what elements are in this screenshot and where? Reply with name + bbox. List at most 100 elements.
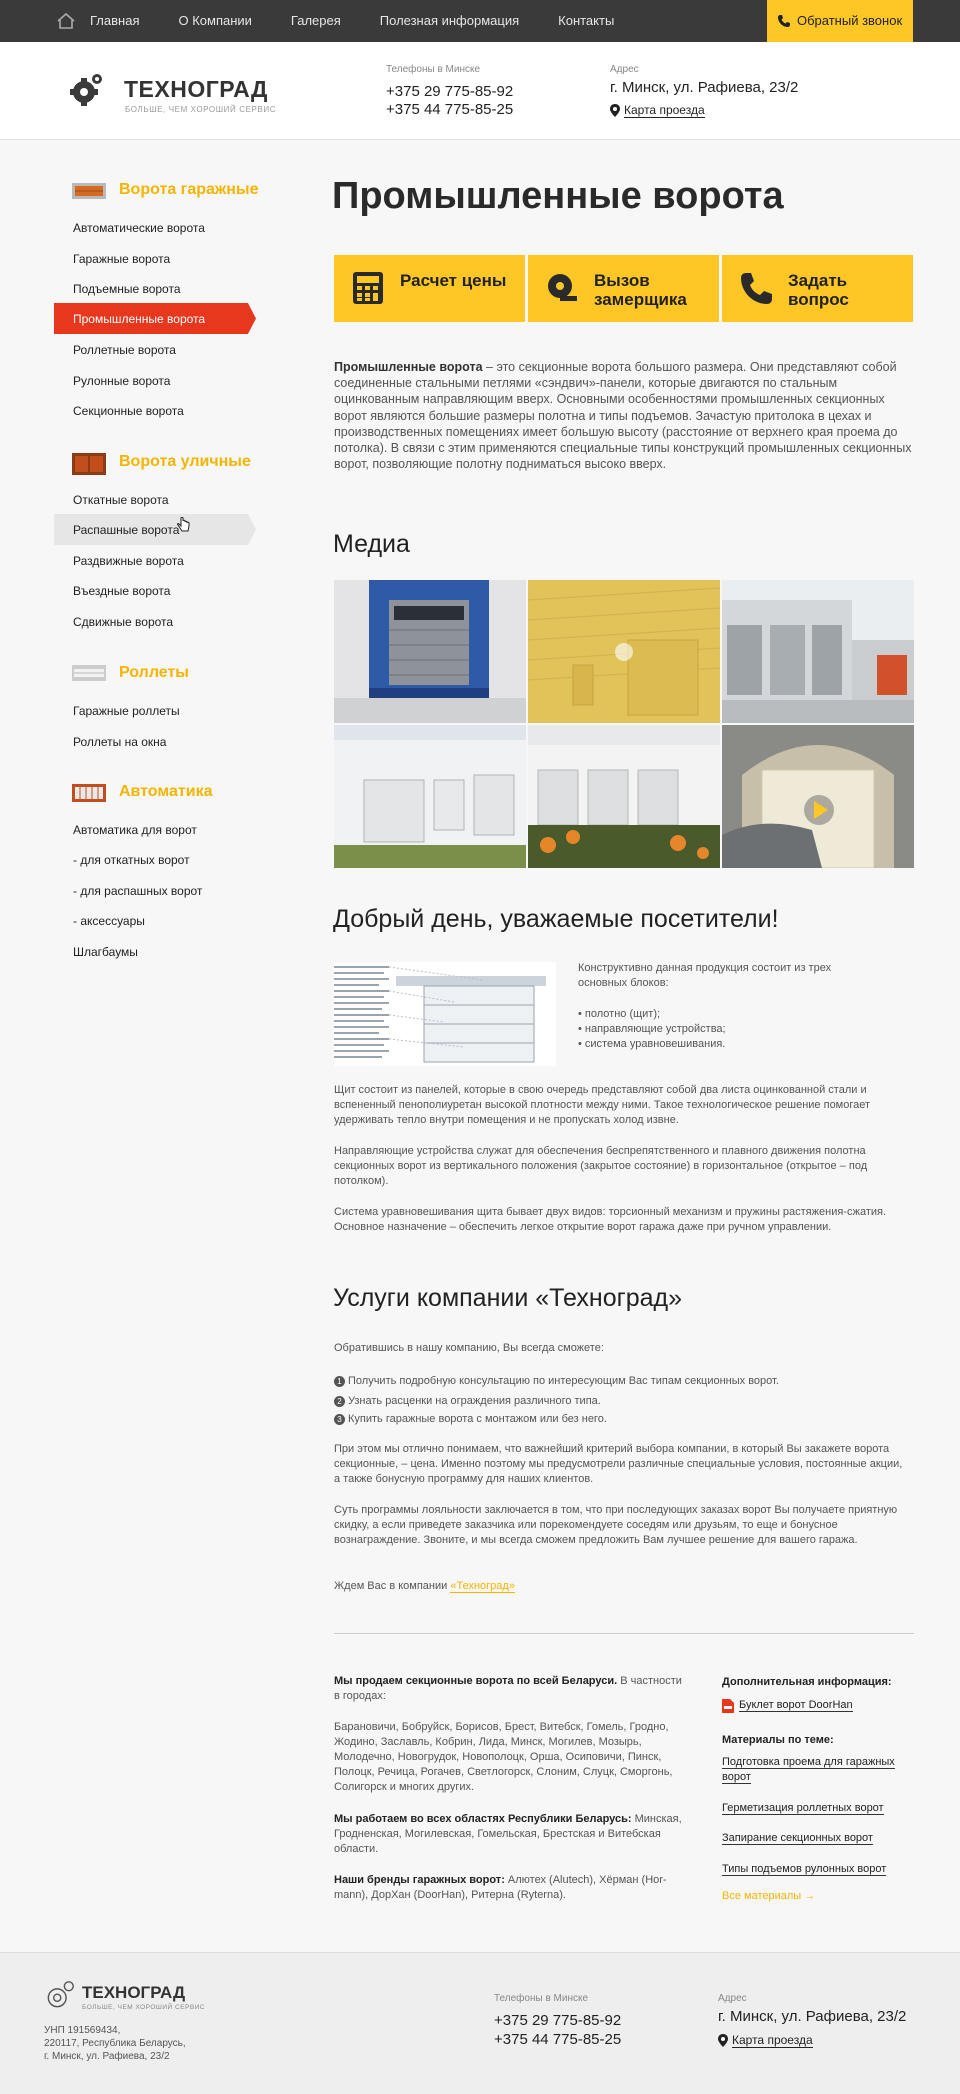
sidebar-item[interactable]: Автоматика для ворот [73, 823, 197, 837]
sidebar-item[interactable]: Секционные ворота [73, 404, 184, 418]
sidebar-item[interactable]: Роллетные ворота [73, 343, 176, 357]
gear-logo-icon[interactable] [68, 72, 104, 108]
company-link[interactable]: «Техноград» [450, 1580, 515, 1593]
sell-bold: Мы продаем секционные ворота по всей Бел… [334, 1675, 618, 1687]
sidebar-item[interactable]: Рулонные ворота [73, 374, 170, 388]
nav-gallery[interactable]: Галерея [291, 0, 341, 42]
footer-address: г. Минск, ул. Рафиева, 23/2 [718, 2008, 907, 2025]
service-text: Узнать расценки на ограждения различного… [348, 1395, 601, 1407]
page-title: Промышленные ворота [332, 175, 784, 217]
number-badge: 2 [334, 1396, 345, 1407]
logo-subtitle: БОЛЬШЕ, ЧЕМ ХОРОШИЙ СЕРВИС [125, 105, 277, 114]
paragraph: Щит состоит из панелей, которые в свою о… [334, 1084, 871, 1126]
rollet-icon [72, 665, 106, 681]
intro-text: Промышленные ворота – это секционные вор… [334, 359, 914, 472]
footer-phone-1[interactable]: +375 29 775-85-92 [494, 2012, 621, 2029]
logo-title[interactable]: ТЕХНОГРАД [124, 76, 268, 103]
paragraph: При этом мы отлично понимаем, что важней… [334, 1443, 903, 1485]
tape-measure-icon [548, 274, 577, 301]
sidebar-item[interactable]: Откатные ворота [73, 493, 169, 507]
gallery-image[interactable] [722, 580, 914, 723]
intro-bold: Промышленные ворота [334, 360, 483, 374]
sidebar-item[interactable]: Гаражные роллеты [73, 704, 180, 718]
gallery-image[interactable] [722, 725, 914, 868]
gallery-image[interactable] [334, 580, 526, 723]
paragraph: Суть программы лояльности заключается в … [334, 1504, 898, 1546]
phone-2[interactable]: +375 44 775-85-25 [386, 101, 513, 118]
price-calc-button[interactable]: Расчет цены [334, 255, 525, 322]
paragraph: Система уравновешивания щита бывает двух… [334, 1206, 887, 1233]
service-text: Получить подробную консультацию по интер… [348, 1375, 779, 1387]
callback-button[interactable]: Обратный звонок [767, 0, 913, 42]
nav-home[interactable]: Главная [90, 0, 139, 42]
cities-text: Барановичи, Бобруйск, Борисов, Брест, Ви… [334, 1721, 673, 1793]
map-pin-icon [718, 2034, 728, 2047]
sidebar-item[interactable]: Распашные ворота [73, 523, 179, 537]
gallery-image[interactable] [528, 725, 720, 868]
pdf-icon [722, 1699, 734, 1713]
wait-label: Ждем Вас в компании [334, 1580, 451, 1592]
sidebar-item-active[interactable]: Промышленные ворота [54, 303, 256, 334]
material-link[interactable]: Запирание секционных ворот [722, 1832, 873, 1845]
top-nav: Главная О Компании Галерея Полезная инфо… [90, 0, 653, 42]
question-button[interactable]: Задать вопрос [722, 255, 913, 322]
sidebar-item[interactable]: - для откатных ворот [73, 853, 190, 867]
sidebar-item[interactable]: Въездные ворота [73, 584, 170, 598]
garage-door-icon [72, 183, 106, 199]
nav-info[interactable]: Полезная информация [380, 0, 519, 42]
blocks-intro: Конструктивно данная продукция состоит и… [578, 962, 832, 989]
number-badge: 1 [334, 1376, 345, 1387]
sidebar-item[interactable]: Шлагбаумы [73, 945, 138, 959]
sidebar-item[interactable]: Сдвижные ворота [73, 615, 173, 629]
street-gate-icon [72, 453, 106, 475]
footer-phone-2[interactable]: +375 44 775-85-25 [494, 2031, 621, 2048]
additional-title: Дополнительная информация: [722, 1676, 892, 1688]
gallery-image[interactable] [334, 725, 526, 868]
divider [334, 1633, 914, 1634]
sidebar-item[interactable]: - аксессуары [73, 914, 145, 928]
question-label: Задать вопрос [788, 271, 849, 309]
section-title-garage[interactable]: Ворота гаражные [119, 181, 258, 199]
section-title-street[interactable]: Ворота уличные [119, 453, 251, 471]
material-link[interactable]: Типы подъемов рулонных ворот [722, 1863, 887, 1876]
sidebar-item[interactable]: Подъемные ворота [73, 282, 181, 296]
gallery-image[interactable] [528, 580, 720, 723]
sidebar-item[interactable]: - для распашных ворот [73, 884, 202, 898]
gear-logo-icon[interactable] [43, 1980, 75, 2012]
brands-bold: Наши бренды гаражных ворот: [334, 1874, 505, 1886]
all-materials-link[interactable]: Все материалы → [722, 1889, 815, 1904]
phone-1[interactable]: +375 29 775-85-92 [386, 83, 513, 100]
nav-contacts[interactable]: Контакты [558, 0, 614, 42]
booklet-link[interactable]: Буклет ворот DoorHan [739, 1699, 853, 1712]
footer-street: г. Минск, ул. Рафиева, 23/2 [44, 2051, 170, 2062]
services-intro: Обратившись в нашу компанию, Вы всегда с… [334, 1342, 604, 1354]
material-link[interactable]: Герметизация роллетных ворот [722, 1802, 884, 1815]
section-title-automation[interactable]: Автоматика [119, 783, 212, 801]
footer-logo-subtitle: БОЛЬШЕ, ЧЕМ ХОРОШИЙ СЕРВИС [82, 2004, 206, 2011]
footer-logo-title[interactable]: ТЕХНОГРАД [82, 1983, 185, 2003]
wait-text: Ждем Вас в компании «Техноград» [334, 1579, 515, 1594]
action-buttons: Расчет цены Вызов замерщика Задать вопро… [334, 255, 913, 322]
sidebar-item[interactable]: Гаражные ворота [73, 252, 170, 266]
sidebar-item[interactable]: Автоматические ворота [73, 221, 205, 235]
materials-title: Материалы по теме: [722, 1734, 834, 1746]
measurer-button[interactable]: Вызов замерщика [528, 255, 719, 322]
material-link[interactable]: Подготовка проема для гаражных ворот [722, 1756, 895, 1784]
nav-about[interactable]: О Компании [178, 0, 251, 42]
media-title: Медиа [333, 530, 410, 558]
service-item: 2 Узнать расценки на ограждения различног… [334, 1394, 601, 1409]
sidebar-item[interactable]: Раздвижные ворота [73, 554, 184, 568]
intro-rest: – это секционные ворота большого размера… [334, 360, 912, 472]
service-item: 1 Получить подробную консультацию по инте… [334, 1374, 779, 1389]
service-item: 3 Купить гаражные ворота с монтажом или б… [334, 1412, 607, 1427]
home-icon[interactable] [56, 11, 76, 31]
phone-icon [778, 15, 790, 27]
brands-text: Наши бренды гаражных ворот: Алютех (Alut… [334, 1873, 694, 1903]
footer-unp: УНП 191569434, [44, 2025, 121, 2036]
map-link[interactable]: Карта проезда [624, 103, 705, 118]
regions-text: Мы работаем во всех областях Республики … [334, 1812, 694, 1857]
footer-map-link[interactable]: Карта проезда [732, 2033, 813, 2048]
calculator-icon [353, 272, 383, 304]
sidebar-item[interactable]: Роллеты на окна [73, 735, 166, 749]
section-title-rollets[interactable]: Роллеты [119, 664, 189, 682]
